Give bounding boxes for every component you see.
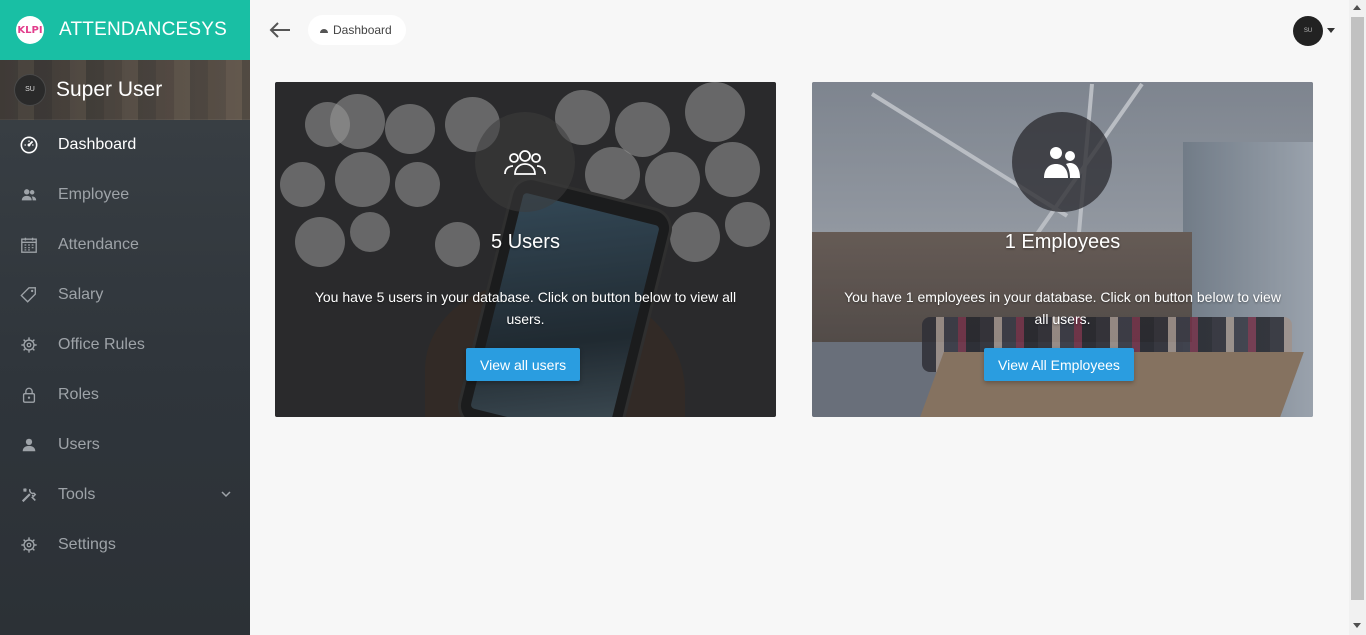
sidebar-item-label: Tools — [58, 486, 96, 503]
sidebar-item-label: Attendance — [58, 236, 139, 253]
calendar-icon — [20, 236, 38, 254]
sidebar-item-settings[interactable]: Settings — [0, 520, 250, 570]
user-icon — [20, 436, 38, 454]
caret-down-icon[interactable] — [1327, 28, 1335, 33]
sidebar-item-office-rules[interactable]: Office Rules — [0, 320, 250, 370]
sidebar-item-tools[interactable]: Tools — [0, 470, 250, 520]
employees-description: You have 1 employees in your database. C… — [844, 289, 1281, 327]
users-group-icon — [475, 112, 575, 212]
dashboard-icon — [320, 29, 328, 33]
breadcrumb-label: Dashboard — [333, 23, 392, 37]
user-name: Super User — [56, 77, 163, 101]
sidebar-item-attendance[interactable]: Attendance — [0, 220, 250, 270]
scroll-down-arrow-icon[interactable] — [1353, 623, 1361, 628]
breadcrumb[interactable]: Dashboard — [308, 15, 406, 45]
sidebar-item-label: Settings — [58, 536, 116, 553]
sidebar-item-salary[interactable]: Salary — [0, 270, 250, 320]
employee-icon — [20, 186, 38, 204]
brand-name: ATTENDANCESYS — [59, 19, 227, 40]
view-all-employees-button[interactable]: View All Employees — [984, 348, 1134, 381]
sidebar-item-employee[interactable]: Employee — [0, 170, 250, 220]
scroll-up-arrow-icon[interactable] — [1353, 5, 1361, 10]
sidebar-item-label: Office Rules — [58, 336, 145, 353]
sidebar-item-label: Users — [58, 436, 100, 453]
users-card: 5 Users You have 5 users in your databas… — [275, 82, 776, 417]
chevron-down-icon — [221, 491, 231, 498]
sidebar-item-label: Employee — [58, 186, 130, 203]
sidebar-item-label: Salary — [58, 286, 104, 303]
page-scrollbar[interactable] — [1349, 0, 1366, 635]
users-description: You have 5 users in your database. Click… — [314, 289, 737, 327]
employees-count-title: 1 Employees — [1004, 231, 1121, 253]
user-panel[interactable]: SU Super User — [0, 60, 250, 120]
lock-icon — [20, 386, 38, 404]
brand-header[interactable]: KLPI ATTENDANCESYS — [0, 0, 250, 60]
avatar: SU — [14, 73, 46, 106]
sidebar: KLPI ATTENDANCESYS SU Super User Dashboa… — [0, 0, 250, 635]
sidebar-item-label: Dashboard — [58, 136, 137, 153]
brand-logo: KLPI — [16, 16, 44, 44]
gear-icon — [20, 536, 38, 554]
sidebar-item-users[interactable]: Users — [0, 420, 250, 470]
tag-icon — [20, 286, 38, 304]
gear-icon — [20, 336, 38, 354]
view-all-users-button[interactable]: View all users — [466, 348, 581, 381]
sidebar-menu: Dashboard Employee Attendance Salary Off… — [0, 120, 250, 570]
employees-card: 1 Employees You have 1 employees in your… — [812, 82, 1313, 417]
users-count-title: 5 Users — [491, 231, 560, 253]
tools-icon — [20, 486, 38, 504]
avatar[interactable]: SU — [1293, 16, 1323, 46]
back-arrow-icon[interactable] — [268, 20, 292, 40]
sidebar-item-roles[interactable]: Roles — [0, 370, 250, 420]
employees-icon — [1012, 112, 1112, 212]
sidebar-item-dashboard[interactable]: Dashboard — [0, 120, 250, 170]
sidebar-item-label: Roles — [58, 386, 99, 403]
dashboard-icon — [20, 136, 38, 154]
scroll-thumb[interactable] — [1351, 17, 1364, 600]
